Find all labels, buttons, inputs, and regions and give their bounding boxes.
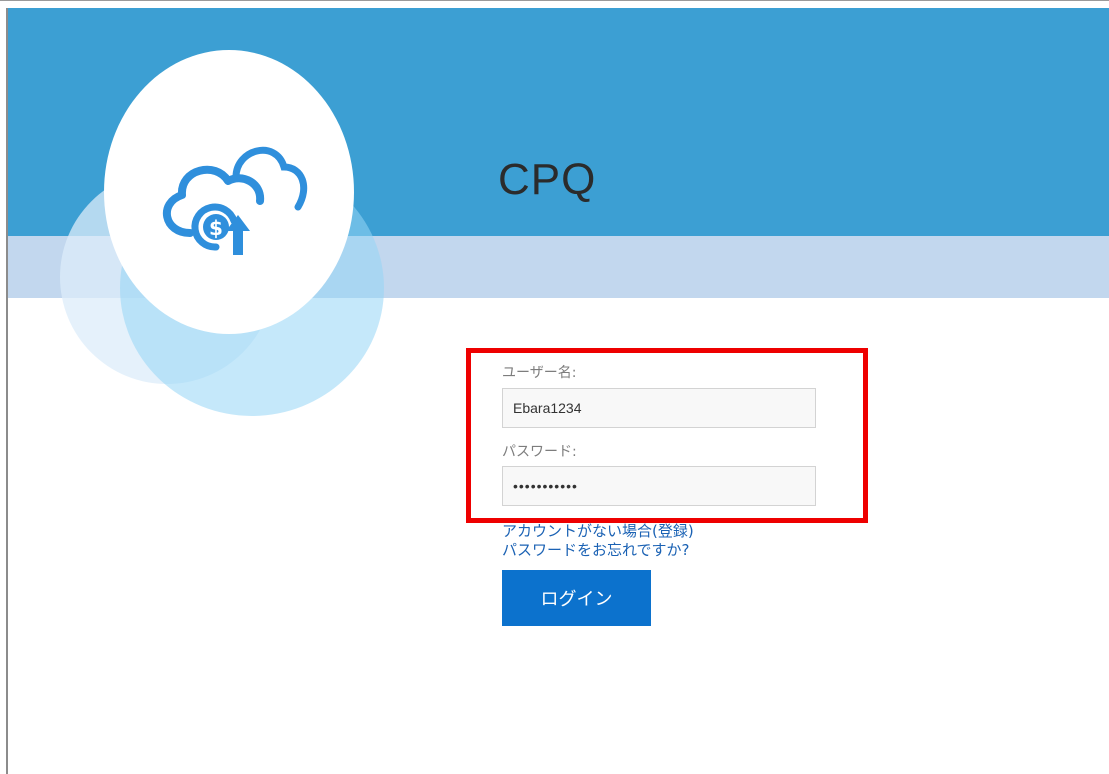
svg-text:$: $ [209,216,223,240]
login-button[interactable]: ログイン [502,570,651,626]
password-label: パスワード: [502,444,577,460]
login-page: $ CPQ ユーザー名: パスワード: アカウントがない場合(登録) パスワード… [0,0,1109,774]
register-link[interactable]: アカウントがない場合(登録) [502,524,694,539]
username-label: ユーザー名: [502,365,577,381]
forgot-password-link[interactable]: パスワードをお忘れですか? [502,543,690,558]
app-title: CPQ [498,155,597,204]
username-input[interactable] [502,388,816,428]
cloud-dollar-upload-icon: $ [162,146,308,255]
window-top-edge [0,0,1109,8]
password-input[interactable] [502,466,816,506]
